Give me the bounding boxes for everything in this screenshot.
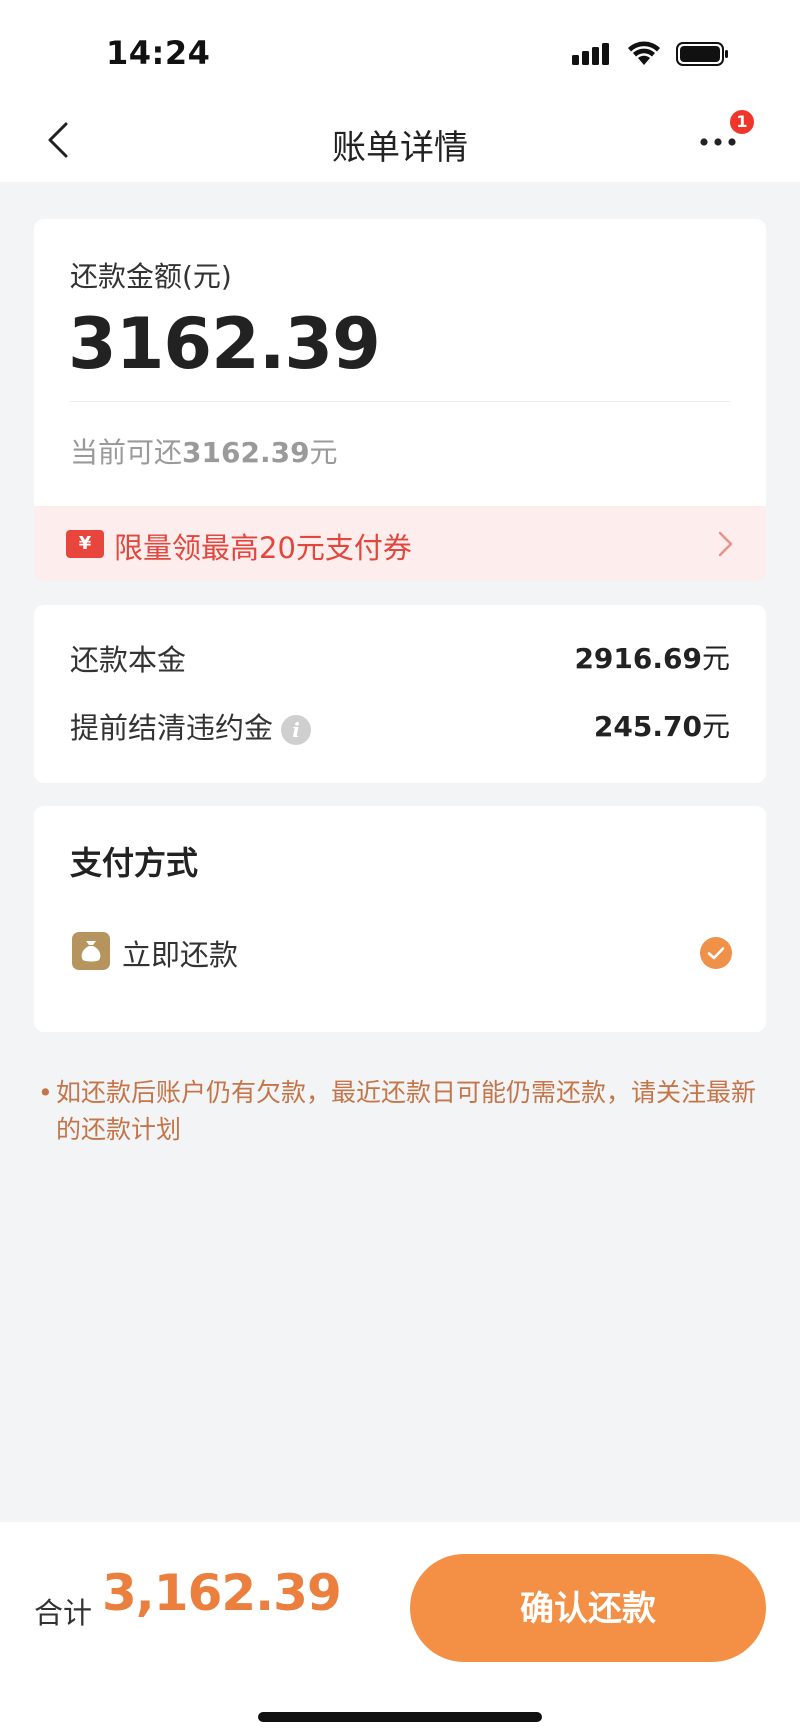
nav-bar: 账单详情 1 <box>0 100 800 182</box>
payment-method-card: 支付方式 立即还款 <box>34 806 766 1032</box>
confirm-repayment-button[interactable]: 确认还款 <box>410 1554 766 1662</box>
repayment-amount: 3162.39 <box>68 303 381 385</box>
money-bag-glyph-icon <box>81 941 101 962</box>
principal-value: 2916.69元 <box>574 642 730 675</box>
notice-text: 如还款后账户仍有欠款，最近还款日可能仍需还款，请关注最新的还款计划 <box>56 1078 757 1144</box>
notice-bullet: • <box>38 1078 53 1107</box>
payment-method-label: 立即还款 <box>122 938 239 972</box>
status-time: 14:24 <box>106 34 211 72</box>
total-label: 合计 <box>34 1596 93 1630</box>
money-bag-icon <box>72 932 110 970</box>
notification-badge: 1 <box>730 110 754 134</box>
principal-row: 还款本金 2916.69元 <box>70 637 730 677</box>
chevron-right-icon <box>718 531 733 557</box>
divider <box>70 401 730 402</box>
status-bar: 14:24 <box>0 0 800 100</box>
page-title: 账单详情 <box>332 128 468 168</box>
cellular-signal-icon <box>572 43 609 65</box>
wifi-icon <box>628 41 660 65</box>
repayment-amount-label: 还款金额(元) <box>70 260 232 293</box>
coupon-text: 限量领最高20元支付券 <box>114 531 412 565</box>
info-icon[interactable]: i <box>281 715 312 745</box>
penalty-value: 245.70元 <box>593 710 730 743</box>
amount-card: 还款金额(元) 3162.39 当前可还3162.39元 ¥ 限量领最高20元支… <box>34 219 766 581</box>
bottom-bar: 合计 3,162.39 确认还款 <box>0 1522 800 1734</box>
more-button[interactable]: 1 <box>696 110 754 160</box>
penalty-row: 提前结清违约金 i 245.70元 <box>70 705 730 745</box>
home-indicator[interactable] <box>258 1712 542 1722</box>
available-amount-text: 当前可还3162.39元 <box>70 436 338 469</box>
total-value: 3,162.39 <box>102 1564 342 1622</box>
available-amount-value: 3162.39 <box>182 436 310 469</box>
battery-icon <box>676 42 728 66</box>
check-icon <box>707 947 725 960</box>
penalty-label: 提前结清违约金 <box>70 711 274 745</box>
payment-method-check[interactable] <box>700 937 732 969</box>
coupon-banner[interactable]: ¥ 限量领最高20元支付券 <box>34 506 766 581</box>
status-icons <box>572 40 730 68</box>
coupon-ticket-icon: ¥ <box>66 530 104 558</box>
principal-label: 还款本金 <box>70 643 187 677</box>
breakdown-card: 还款本金 2916.69元 提前结清违约金 i 245.70元 <box>34 605 766 783</box>
payment-method-title: 支付方式 <box>70 844 199 882</box>
